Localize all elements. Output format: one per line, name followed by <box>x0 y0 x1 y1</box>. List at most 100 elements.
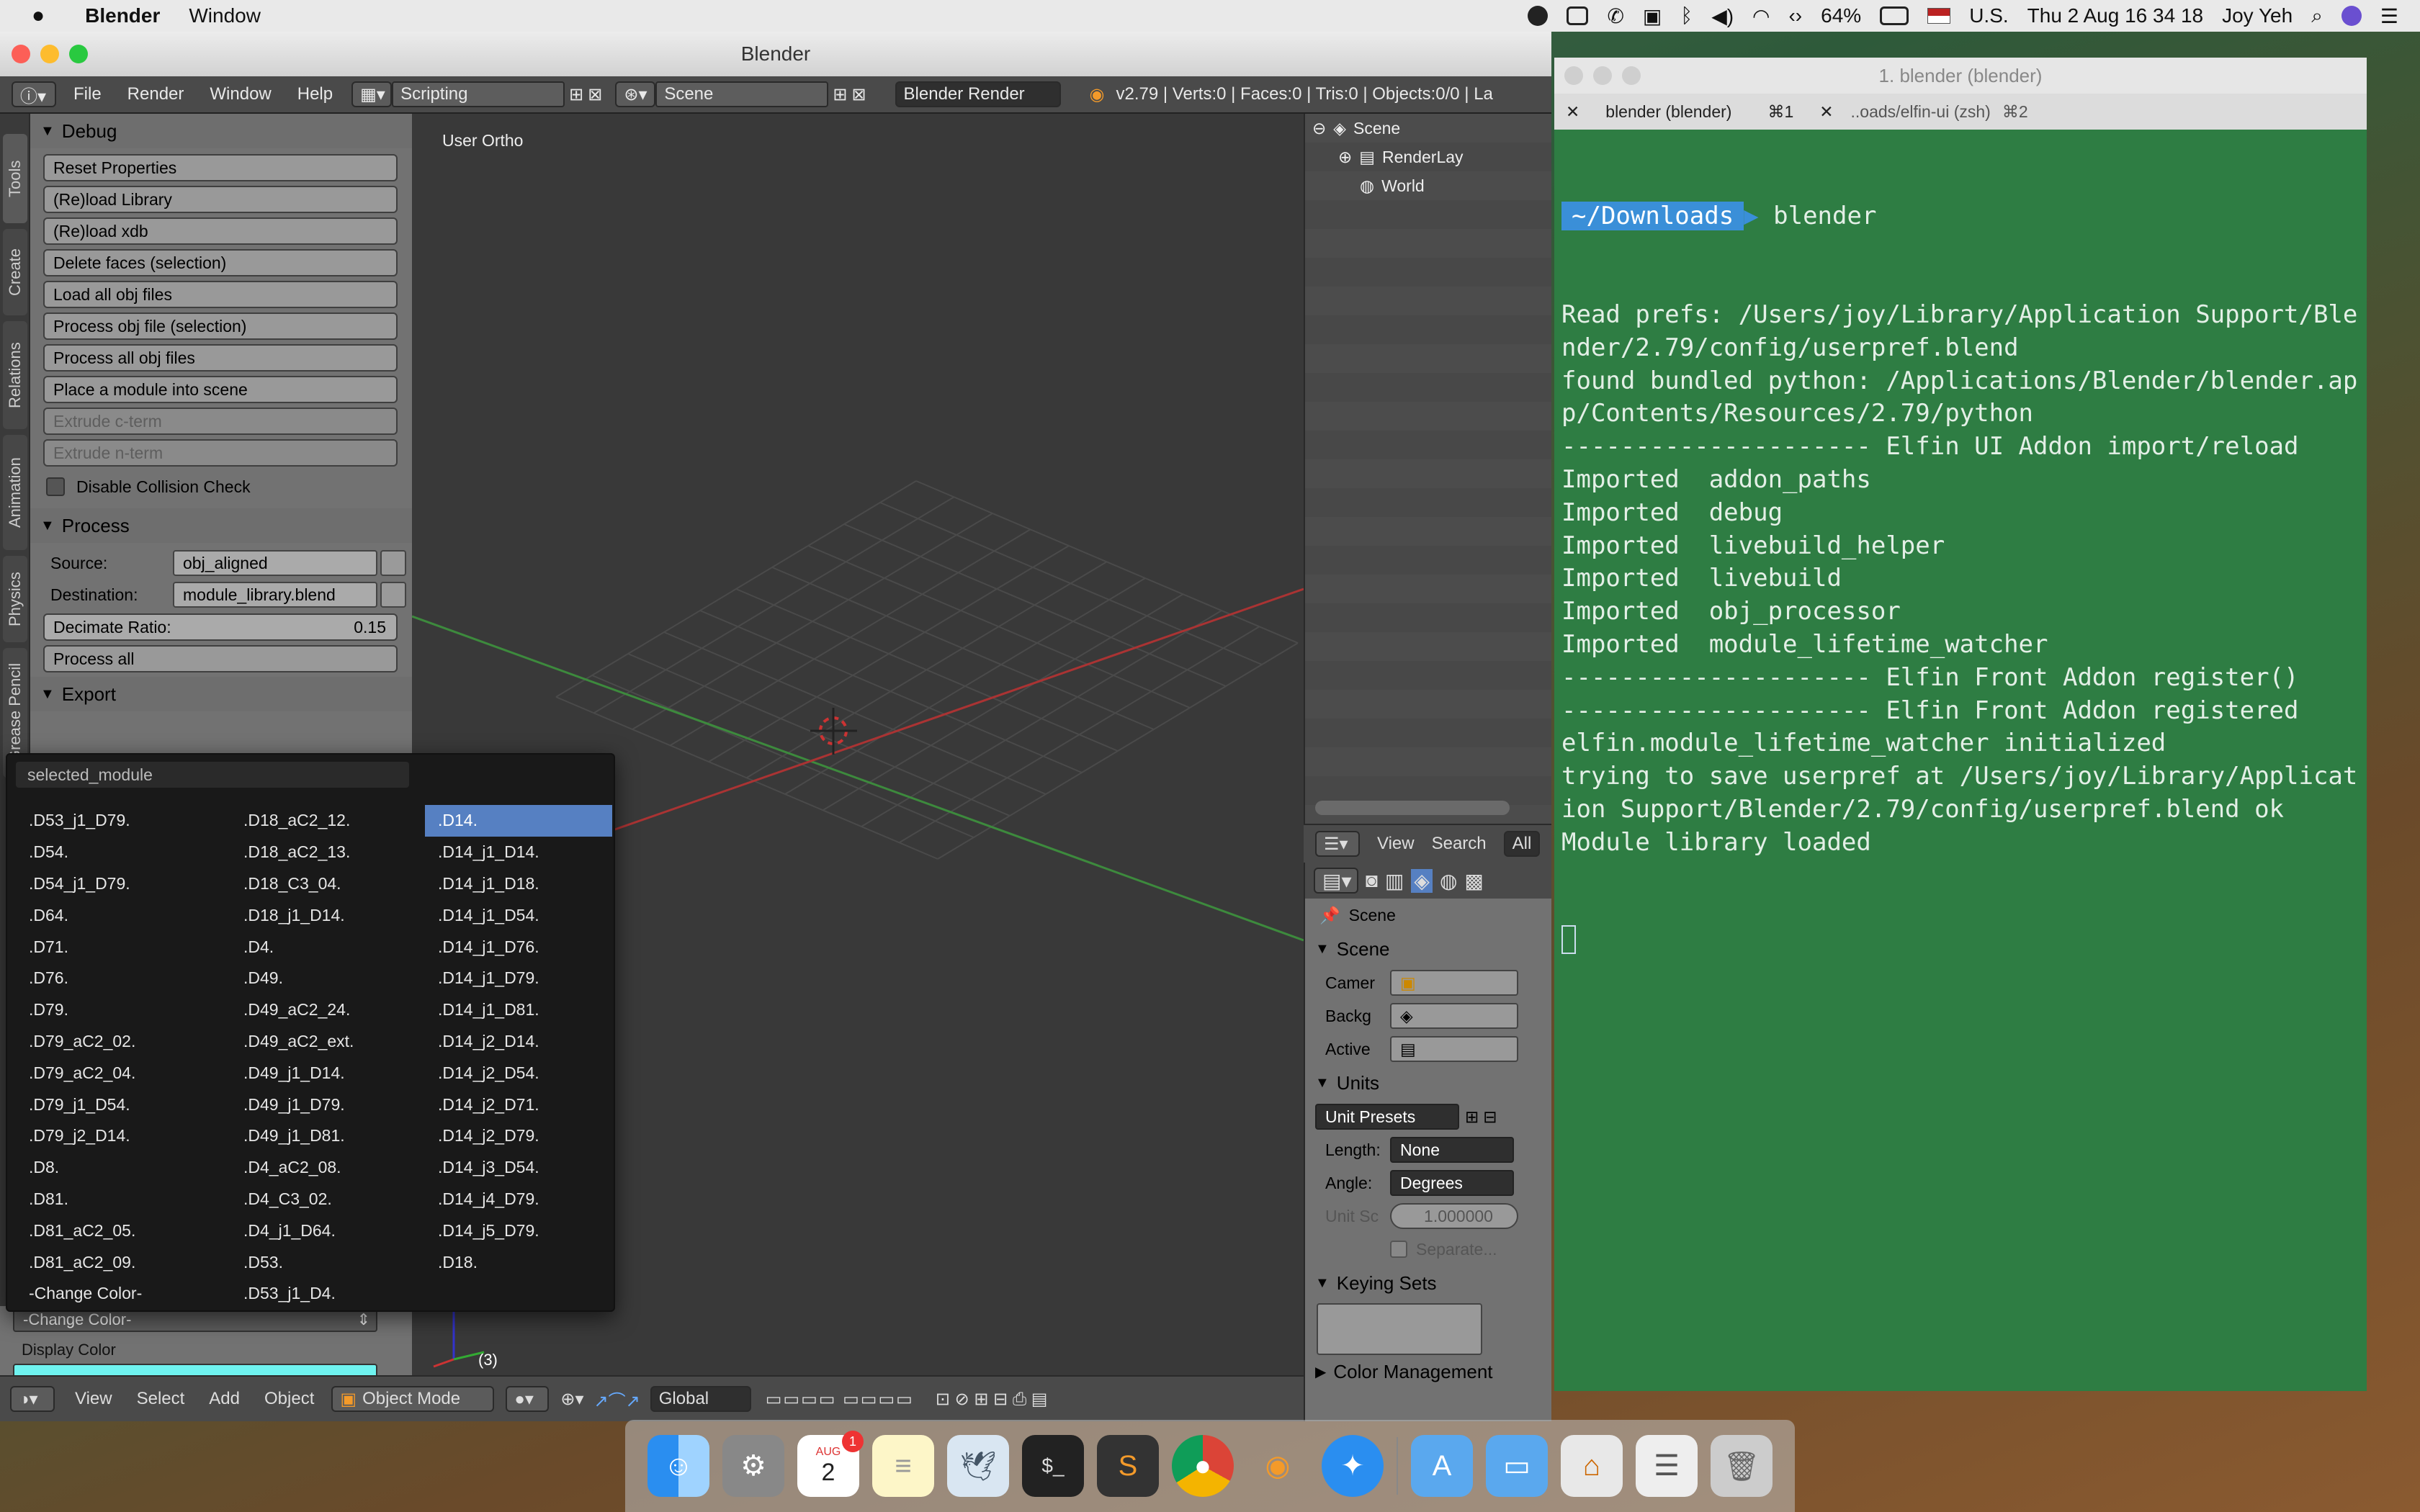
snap-icon[interactable]: ⊡ ⊘ ⊞ ⊟ ⎙ ▤ <box>936 1389 1048 1410</box>
module-option[interactable]: .D14_j1_D14. <box>425 837 612 868</box>
keyboard-icon[interactable] <box>1567 6 1589 25</box>
blender-app-icon[interactable]: ◉ <box>1247 1435 1309 1497</box>
scene-tab-icon[interactable]: ◈ <box>1411 868 1433 893</box>
wifi-icon[interactable]: ◠ <box>1752 4 1770 28</box>
tab-relations[interactable]: Relations <box>3 321 27 429</box>
editor-type-info-icon[interactable]: ⓘ▾ <box>12 81 56 107</box>
keying-sets-header[interactable]: ▼ Keying Sets <box>1305 1266 1551 1300</box>
module-option[interactable]: .D49. <box>230 963 418 994</box>
process-all-obj-button[interactable]: Process all obj files <box>43 344 398 372</box>
layout-field[interactable]: Scripting <box>392 81 565 107</box>
length-select[interactable]: None <box>1390 1137 1514 1163</box>
outliner-renderlayer-row[interactable]: ⊕ ▤ RenderLay <box>1305 143 1551 171</box>
world-tab-icon[interactable]: ◍ <box>1440 869 1457 893</box>
volume-icon[interactable]: ◀) <box>1711 4 1734 28</box>
pivot-icon[interactable]: ⊕▾ <box>560 1389 583 1410</box>
siri-icon[interactable] <box>2341 6 2362 26</box>
layers-icon[interactable]: ▭▭▭▭ ▭▭▭▭ <box>766 1389 914 1410</box>
menu-object[interactable]: Object <box>264 1389 314 1409</box>
scene-field[interactable]: Scene <box>655 81 829 107</box>
module-option[interactable]: .D14_j2_D54. <box>425 1057 612 1089</box>
outliner-world-row[interactable]: ◍ World <box>1305 171 1551 200</box>
module-option[interactable]: .D53. <box>230 1246 418 1278</box>
module-option[interactable]: .D54. <box>16 837 203 868</box>
module-option[interactable]: .D14_j2_D71. <box>425 1089 612 1120</box>
module-option[interactable]: .D49_j1_D14. <box>230 1057 418 1089</box>
applications-folder-icon[interactable]: A <box>1411 1435 1473 1497</box>
module-option[interactable]: .D18_aC2_13. <box>230 837 418 868</box>
phone-icon[interactable]: ✆ <box>1607 4 1623 28</box>
unit-presets-select[interactable]: Unit Presets <box>1315 1104 1459 1130</box>
folder-icon[interactable] <box>380 550 406 576</box>
menu-window[interactable]: Window <box>210 84 271 104</box>
layout-icon[interactable]: ▦▾ <box>351 81 393 107</box>
terminal-app-icon[interactable]: $_ <box>1022 1435 1084 1497</box>
collision-checkbox[interactable] <box>46 477 65 496</box>
remove-layout-icon[interactable]: ⊠ <box>588 84 602 105</box>
briefcase-icon[interactable]: ▣ <box>1643 4 1662 28</box>
module-option[interactable]: .D4_j1_D64. <box>230 1215 418 1246</box>
module-option[interactable]: .D14_j2_D14. <box>425 1026 612 1058</box>
module-option[interactable]: .D64. <box>16 899 203 931</box>
remove-scene-icon[interactable]: ⊠ <box>851 84 866 105</box>
close-tab-icon[interactable]: ✕ <box>1819 102 1833 122</box>
delete-faces-button[interactable]: Delete faces (selection) <box>43 249 398 276</box>
module-option[interactable]: .D49_aC2_24. <box>230 994 418 1026</box>
zoom-window-button[interactable] <box>69 45 88 63</box>
outliner-scrollbar[interactable] <box>1315 801 1510 815</box>
add-scene-icon[interactable]: ⊞ <box>833 84 847 105</box>
layers-tab-icon[interactable]: ▥ <box>1385 869 1404 893</box>
menubar-app-name[interactable]: Blender <box>85 4 160 27</box>
module-option[interactable]: .D14_j1_D79. <box>425 963 612 994</box>
calendar-icon[interactable]: AUG 2 1 <box>797 1431 864 1497</box>
tab-tools[interactable]: Tools <box>3 134 27 223</box>
camera-field[interactable]: ▣ <box>1390 970 1518 996</box>
angle-select[interactable]: Degrees <box>1390 1170 1514 1196</box>
expand-icon[interactable]: ⊕ <box>1338 148 1352 167</box>
terminal-tab-2[interactable]: ..oads/elfin-ui (zsh) <box>1851 102 1991 122</box>
menubar-window[interactable]: Window <box>189 4 261 27</box>
clock[interactable]: Thu 2 Aug 16 34 18 <box>2027 4 2203 27</box>
tab-physics[interactable]: Physics <box>3 556 27 642</box>
apple-icon[interactable]: ● <box>32 4 45 28</box>
load-all-obj-button[interactable]: Load all obj files <box>43 281 398 308</box>
bluetooth-icon[interactable]: ᛒ <box>1680 4 1693 27</box>
minimize-window-button[interactable] <box>40 45 59 63</box>
editor-type-3d-icon[interactable]: ◑▾ <box>10 1386 55 1412</box>
scene-panel-header[interactable]: ▼ Scene <box>1305 932 1551 966</box>
pin-icon[interactable]: 📌 <box>1319 906 1340 925</box>
battery-icon[interactable] <box>1880 6 1909 25</box>
module-option[interactable]: .D79_j1_D54. <box>16 1089 203 1120</box>
module-option[interactable]: .D71. <box>16 931 203 963</box>
debug-panel-header[interactable]: ▼ Debug <box>30 114 412 148</box>
close-tab-icon[interactable]: ✕ <box>1566 102 1579 122</box>
module-search-input[interactable]: selected_module <box>16 762 409 788</box>
module-option[interactable]: .D54_j1_D79. <box>16 868 203 900</box>
module-option[interactable]: .D14_j1_D76. <box>425 931 612 963</box>
input-source[interactable]: U.S. <box>1969 4 2008 27</box>
module-option[interactable]: .D14_j5_D79. <box>425 1215 612 1246</box>
module-option[interactable]: .D18. <box>425 1246 612 1278</box>
terminal-tab-1[interactable]: blender (blender) <box>1605 102 1731 122</box>
remove-preset-icon[interactable]: ⊟ <box>1483 1107 1497 1127</box>
module-option[interactable]: .D4_C3_02. <box>230 1184 418 1215</box>
module-option[interactable]: .D14_j2_D79. <box>425 1120 612 1152</box>
active-field[interactable]: ▤ <box>1390 1036 1518 1062</box>
process-panel-header[interactable]: ▼ Process <box>30 508 412 543</box>
menu-help[interactable]: Help <box>297 84 333 104</box>
minimize-terminal-button[interactable] <box>1593 66 1612 85</box>
tab-create[interactable]: Create <box>3 229 27 315</box>
shading-icon[interactable]: ●▾ <box>506 1386 550 1412</box>
module-option[interactable]: .D76. <box>16 963 203 994</box>
manipulator-icon[interactable]: ↗⌒↗ <box>594 1387 640 1412</box>
module-option[interactable]: .D79_aC2_04. <box>16 1057 203 1089</box>
module-option[interactable]: .D79. <box>16 994 203 1026</box>
module-option[interactable]: .D81. <box>16 1184 203 1215</box>
folder-icon[interactable] <box>380 582 406 608</box>
code-icon[interactable]: ‹› <box>1788 4 1802 27</box>
module-option[interactable]: .D79_aC2_02. <box>16 1026 203 1058</box>
trash-icon[interactable]: 🗑 <box>1711 1435 1773 1497</box>
module-option[interactable]: .D18_C3_04. <box>230 868 418 900</box>
units-panel-header[interactable]: ▼ Units <box>1305 1066 1551 1100</box>
background-field[interactable]: ◈ <box>1390 1003 1518 1029</box>
